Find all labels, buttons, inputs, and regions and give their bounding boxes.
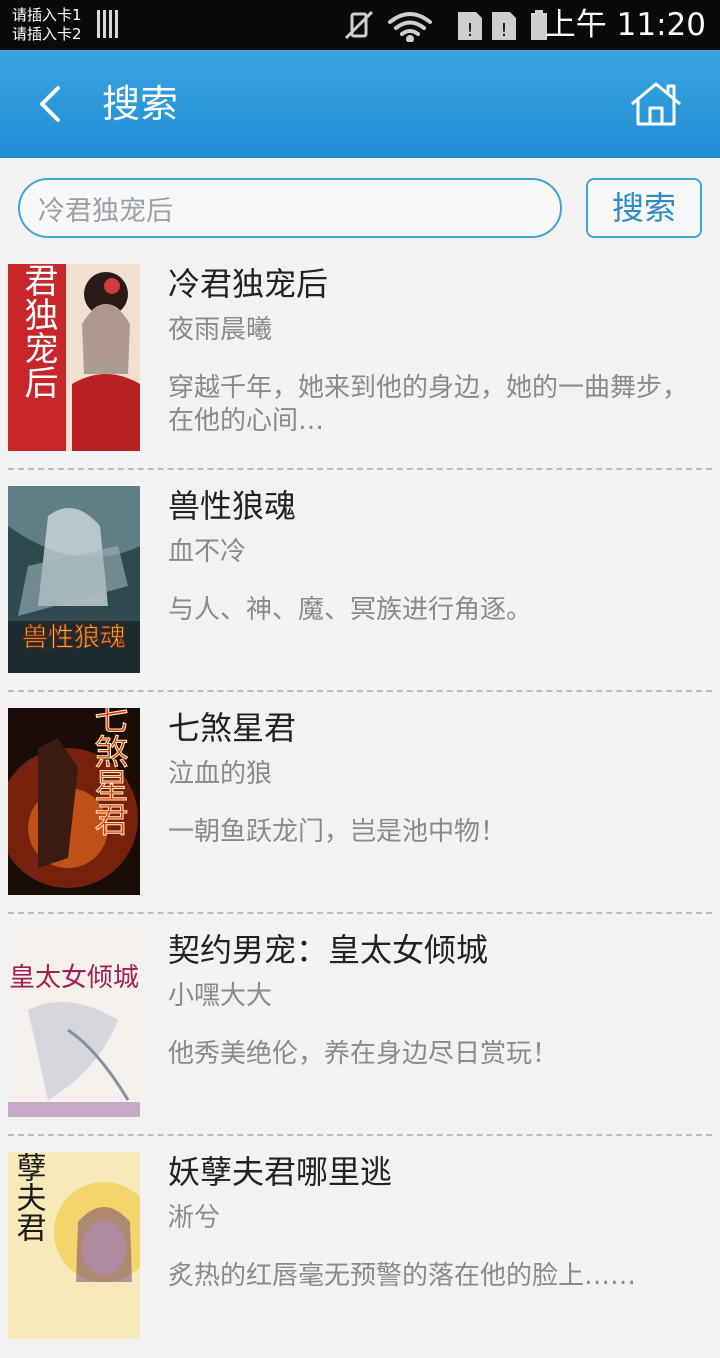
book-description: 与人、神、魔、冥族进行角逐。 (168, 595, 533, 625)
book-item[interactable]: 妖孽夫君 妖孽夫君哪里逃 淅兮 炙热的红唇毫无预警的落在他的脸上…… (0, 1136, 720, 1358)
book-description: 穿越千年，她来到他的身边，她的一曲舞步，在他的心间… (168, 373, 689, 436)
book-cover: 皇太女倾城 (8, 930, 140, 1117)
book-title: 契约男宠：皇太女倾城 (168, 931, 489, 969)
sim-status: 请插入卡1 请插入卡2 (12, 6, 82, 44)
book-author: 小嘿大大 (168, 981, 273, 1011)
wifi-icon (388, 12, 432, 42)
book-title: 妖孽夫君哪里逃 (168, 1153, 393, 1191)
book-author: 夜雨晨曦 (168, 315, 273, 345)
home-button[interactable] (626, 78, 686, 130)
book-item[interactable]: 皇太女倾城 契约男宠：皇太女倾城 小嘿大大 他秀美绝伦，养在身边尽日赏玩！ (0, 914, 720, 1136)
chevron-left-icon (40, 86, 60, 122)
search-button[interactable]: 搜索 (586, 178, 702, 238)
app-bar: 搜索 (0, 50, 720, 158)
cover-title: 冷君独宠后 (18, 264, 58, 399)
book-cover: 冷君独宠后 (8, 264, 140, 451)
book-title: 兽性狼魂 (168, 487, 297, 525)
mute-icon (344, 10, 374, 40)
book-item[interactable]: 七煞星君 七煞星君 泣血的狼 一朝鱼跃龙门，岂是池中物！ (0, 692, 720, 914)
book-title: 七煞星君 (168, 709, 297, 747)
status-bar: 请插入卡1 请插入卡2 ! ! 上午 11:20 (0, 0, 720, 50)
sim1-text: 请插入卡1 (12, 6, 82, 24)
book-cover: 七煞星君 (8, 708, 140, 895)
book-author: 泣血的狼 (168, 759, 273, 789)
svg-text:!: ! (466, 20, 473, 41)
status-icons: ! ! (344, 10, 547, 42)
page-title: 搜索 (102, 82, 179, 126)
sim2-icon: ! (492, 12, 516, 41)
clock: 上午 11:20 (544, 7, 706, 43)
signal-bars-icon (97, 10, 121, 38)
book-title: 冷君独宠后 (168, 265, 329, 303)
cover-title: 妖孽夫君 (11, 1152, 46, 1242)
book-description: 一朝鱼跃龙门，岂是池中物！ (168, 817, 507, 847)
cover-title: 七煞星君 (88, 708, 128, 836)
book-item[interactable]: 冷君独宠后 冷君独宠后 夜雨晨曦 穿越千年，她来到他的身边，她的一曲舞步，在他的… (0, 248, 720, 470)
back-button[interactable] (30, 80, 74, 128)
sim1-icon: ! (458, 12, 482, 41)
book-cover: 兽性狼魂 (8, 486, 140, 673)
book-description: 炙热的红唇毫无预警的落在他的脸上…… (168, 1261, 637, 1291)
home-icon (631, 82, 681, 126)
book-item[interactable]: 兽性狼魂 兽性狼魂 血不冷 与人、神、魔、冥族进行角逐。 (0, 470, 720, 692)
svg-text:!: ! (500, 20, 507, 41)
cover-title: 皇太女倾城 (9, 963, 139, 993)
book-author: 血不冷 (168, 537, 247, 567)
cover-title: 兽性狼魂 (22, 623, 126, 653)
book-description: 他秀美绝伦，养在身边尽日赏玩！ (168, 1039, 559, 1069)
book-cover: 妖孽夫君 (8, 1152, 140, 1339)
sim2-text: 请插入卡2 (12, 25, 82, 43)
book-list: 冷君独宠后 冷君独宠后 夜雨晨曦 穿越千年，她来到他的身边，她的一曲舞步，在他的… (0, 248, 720, 1358)
book-author: 淅兮 (168, 1203, 221, 1233)
search-input[interactable] (18, 178, 562, 238)
